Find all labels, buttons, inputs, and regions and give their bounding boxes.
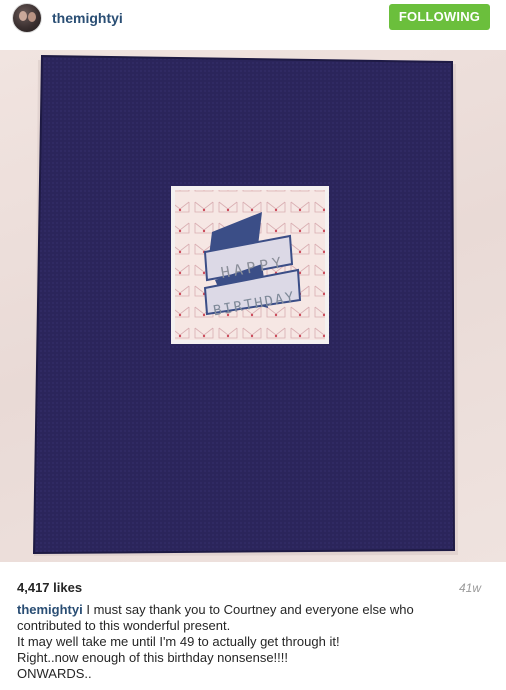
following-button[interactable]: FOLLOWING [389, 4, 490, 30]
username-link[interactable]: themightyi [52, 10, 123, 26]
post-age[interactable]: 41w [459, 581, 481, 595]
post-photo[interactable]: HAPPY BIRTHDAY [0, 50, 506, 562]
post-header: themightyi FOLLOWING [0, 0, 506, 50]
post-caption: themightyi I must say thank you to Court… [17, 602, 497, 682]
caption-line: ONWARDS.. [17, 666, 92, 681]
caption-line: It may well take me until I'm 49 to actu… [17, 634, 340, 649]
caption-username[interactable]: themightyi [17, 602, 83, 617]
like-count[interactable]: 4,417 likes [17, 580, 82, 595]
photo-illustration: HAPPY BIRTHDAY [32, 54, 458, 556]
caption-line: I must say thank you to Courtney and eve… [86, 602, 414, 617]
avatar[interactable] [12, 3, 42, 33]
caption-line: contributed to this wonderful present. [17, 618, 231, 633]
caption-line: Right..now enough of this birthday nonse… [17, 650, 289, 665]
